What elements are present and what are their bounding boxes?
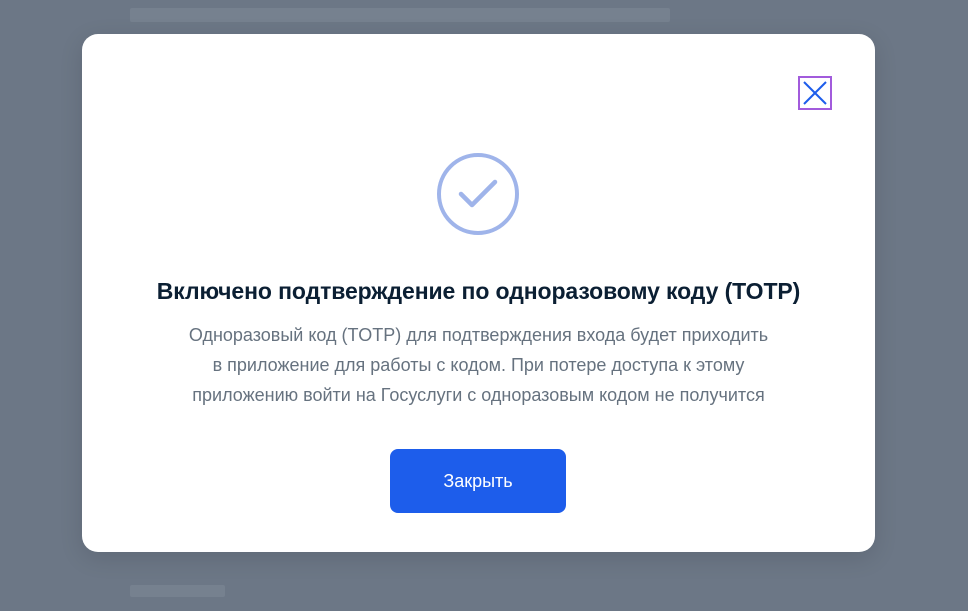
description-line: приложению войти на Госуслуги с одноразо…: [192, 385, 765, 405]
background-placeholder: [130, 8, 670, 22]
close-dialog-button[interactable]: [798, 76, 832, 110]
description-line: в приложение для работы с кодом. При пот…: [212, 355, 745, 375]
description-line: Одноразовый код (TOTP) для подтверждения…: [188, 325, 769, 345]
close-icon: [803, 81, 827, 105]
background-placeholder: [130, 585, 225, 597]
close-button[interactable]: Закрыть: [390, 449, 566, 513]
dialog-description: Одноразовый код (TOTP) для подтверждения…: [142, 320, 815, 410]
totp-enabled-dialog: Включено подтверждение по одноразовому к…: [82, 34, 875, 552]
dialog-title: Включено подтверждение по одноразовому к…: [156, 278, 801, 304]
check-circle-icon: [437, 153, 519, 235]
